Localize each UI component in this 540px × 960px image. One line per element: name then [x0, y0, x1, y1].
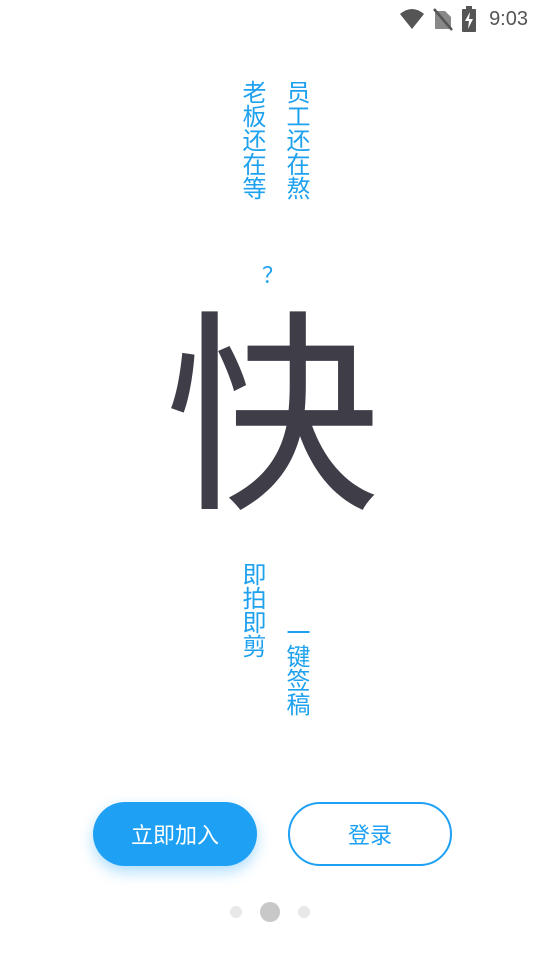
page-dot-1: [230, 906, 242, 918]
join-now-button[interactable]: 立即加入: [93, 802, 257, 866]
page-dot-3: [298, 906, 310, 918]
onboarding-screen: 9:03 老板还在等 员工还在熬 ？ 快 即拍即剪 一键签稿 立即加入 登录: [0, 0, 540, 960]
one-click-sign-text: 一键签稿: [282, 620, 310, 716]
no-sim-icon: [433, 7, 454, 31]
status-bar: 9:03: [0, 0, 540, 36]
wifi-icon: [399, 8, 425, 30]
question-mark: ？: [262, 264, 285, 289]
boss-waiting-text: 老板还在等: [238, 80, 266, 200]
staff-struggling-text: 员工还在熬: [282, 80, 310, 200]
fast-character: 快: [165, 292, 380, 543]
login-button[interactable]: 登录: [288, 802, 452, 866]
status-icons: 9:03: [399, 6, 528, 32]
shoot-edit-text: 即拍即剪: [238, 562, 266, 658]
battery-charging-icon: [461, 6, 477, 32]
status-time: 9:03: [489, 7, 528, 30]
page-indicator: [0, 902, 540, 922]
page-dot-2-active: [260, 902, 280, 922]
